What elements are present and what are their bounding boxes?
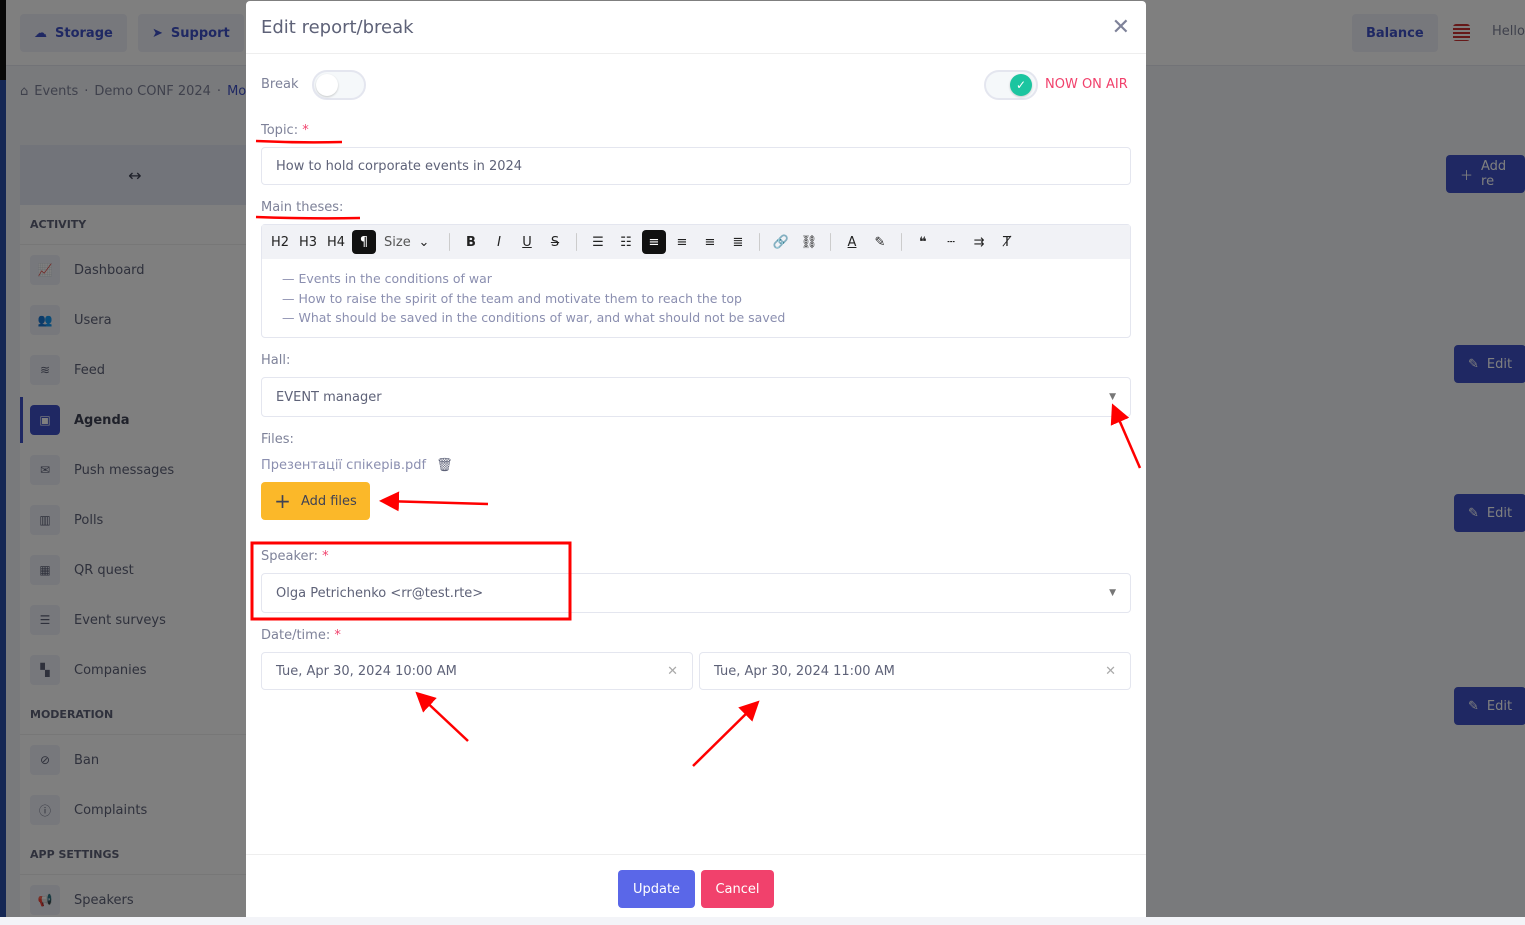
close-icon[interactable]: ✕ [1112,15,1130,40]
files-label: Files: [261,432,294,447]
cancel-button[interactable]: Cancel [701,870,774,908]
clear-icon[interactable]: ✕ [1105,664,1116,679]
align-right-icon[interactable]: ≡ [698,230,722,254]
h4-button[interactable]: H4 [324,230,348,254]
on-air-label: NOW ON AIR [1045,77,1128,92]
topic-input[interactable]: How to hold corporate events in 2024 [261,147,1131,185]
break-toggle[interactable] [312,70,366,100]
unlink-icon[interactable]: ⛓ [797,230,821,254]
h3-button[interactable]: H3 [296,230,320,254]
on-air-toggle[interactable]: ✓ [984,70,1038,100]
clear-format-icon[interactable]: Ⱦ [995,230,1019,254]
align-center-icon[interactable]: ≡ [670,230,694,254]
wrap-icon[interactable]: ⇉ [967,230,991,254]
end-datetime-input[interactable]: Tue, Apr 30, 2024 11:00 AM ✕ [699,652,1131,690]
add-files-button[interactable]: + Add files [261,482,370,520]
bullet-list-icon[interactable]: ☰ [586,230,610,254]
horizontal-rule-icon[interactable]: ┄ [939,230,963,254]
editor-toolbar: H2 H3 H4 ¶ Size ⌄ B I U S ☰ ☷ ≡ ≡ ≡ ≣ 🔗 ⛓… [262,225,1130,259]
align-left-icon[interactable]: ≡ [642,230,666,254]
paragraph-button[interactable]: ¶ [352,230,376,254]
datetime-label: Date/time: * [261,628,341,643]
hall-select[interactable]: EVENT manager ▼ [261,377,1131,417]
break-label: Break [261,77,299,92]
strikethrough-button[interactable]: S [543,230,567,254]
speaker-select[interactable]: Olga Petrichenko <rr@test.rte> ▼ [261,573,1131,613]
h2-button[interactable]: H2 [268,230,292,254]
check-icon: ✓ [1010,74,1032,96]
caret-down-icon: ▼ [1109,392,1116,402]
trash-icon[interactable]: 🗑 [436,458,453,473]
edit-report-modal: Edit report/break ✕ Break ✓ NOW ON AIR To… [246,1,1146,917]
align-justify-icon[interactable]: ≣ [726,230,750,254]
italic-button[interactable]: I [487,230,511,254]
highlighter-icon[interactable]: ✎ [868,230,892,254]
underline-button[interactable]: U [515,230,539,254]
plus-icon: + [274,489,291,513]
hall-label: Hall: [261,353,291,368]
modal-title: Edit report/break [261,16,414,38]
speaker-label: Speaker: * [261,549,329,564]
theses-content[interactable]: — Events in the conditions of war — How t… [262,259,1130,338]
size-dropdown[interactable]: Size ⌄ [380,230,440,254]
start-datetime-input[interactable]: Tue, Apr 30, 2024 10:00 AM ✕ [261,652,693,690]
file-item[interactable]: Презентації спікерів.pdf 🗑 [261,458,453,473]
link-icon[interactable]: 🔗 [769,230,793,254]
update-button[interactable]: Update [618,870,695,908]
theses-editor[interactable]: H2 H3 H4 ¶ Size ⌄ B I U S ☰ ☷ ≡ ≡ ≡ ≣ 🔗 ⛓… [261,224,1131,338]
bold-button[interactable]: B [459,230,483,254]
numbered-list-icon[interactable]: ☷ [614,230,638,254]
topic-label: Topic: * [261,123,309,138]
theses-label: Main theses: [261,200,344,215]
clear-icon[interactable]: ✕ [667,664,678,679]
font-color-icon[interactable]: A [840,230,864,254]
quote-icon[interactable]: ❝ [911,230,935,254]
chevron-down-icon: ⌄ [418,234,430,250]
caret-down-icon: ▼ [1109,588,1116,598]
